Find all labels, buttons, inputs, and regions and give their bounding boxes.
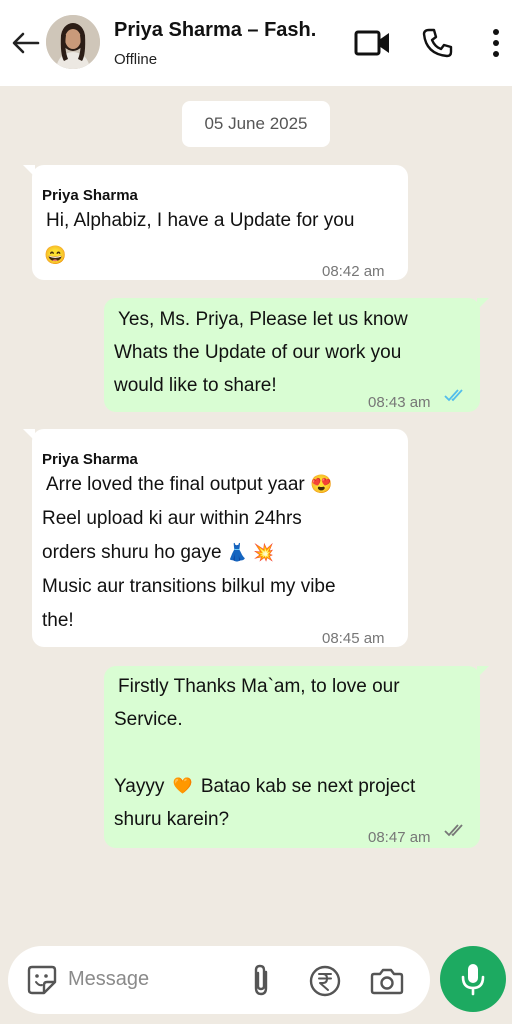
collision-emoji: 💥 bbox=[253, 543, 275, 563]
message-text: Whats the Update of our work you bbox=[114, 342, 402, 363]
message-time: 08:47 am bbox=[368, 829, 431, 846]
sticker-icon[interactable] bbox=[26, 964, 58, 996]
message-text: Yayyy 🧡 Batao kab se next project bbox=[114, 770, 415, 803]
message-text: Service. bbox=[114, 709, 183, 730]
message-input[interactable]: Message bbox=[68, 968, 149, 991]
message-text: Arre loved the final output yaar 😍 bbox=[46, 468, 332, 501]
message-text: Reel upload ki aur within 24hrs bbox=[42, 508, 302, 529]
message-text-part: Yayyy bbox=[114, 776, 165, 797]
video-call-icon[interactable] bbox=[354, 28, 392, 58]
delivered-ticks-icon bbox=[444, 824, 463, 837]
message-bubble-outgoing[interactable]: Firstly Thanks Ma`am, to love our Servic… bbox=[104, 666, 489, 848]
message-emoji: 😄 bbox=[44, 245, 67, 265]
orange-heart-emoji: 🧡 bbox=[172, 778, 193, 796]
date-chip: 05 June 2025 bbox=[182, 101, 330, 147]
message-bubble-incoming[interactable]: Priya Sharma Arre loved the final output… bbox=[23, 429, 408, 647]
bubble-tail bbox=[23, 165, 35, 177]
message-input-bar[interactable]: Message bbox=[8, 946, 430, 1014]
mic-button[interactable] bbox=[440, 946, 506, 1012]
message-time: 08:42 am bbox=[322, 263, 385, 280]
dress-emoji: 👗 bbox=[226, 543, 249, 563]
bubble-tail bbox=[477, 298, 489, 310]
message-bubble-incoming[interactable]: Priya Sharma Hi, Alphabiz, I have a Upda… bbox=[23, 165, 408, 280]
message-text: orders shuru ho gaye 👗 💥 bbox=[42, 536, 274, 569]
bubble-tail bbox=[477, 666, 489, 678]
avatar[interactable] bbox=[46, 15, 100, 69]
message-text-part: orders shuru ho gaye bbox=[42, 542, 222, 563]
back-arrow-icon[interactable] bbox=[10, 30, 40, 56]
bubble-tail bbox=[23, 429, 35, 441]
heart-eyes-emoji: 😍 bbox=[310, 474, 333, 495]
chat-header: Priya Sharma – Fash. Offline bbox=[0, 0, 512, 86]
attach-icon[interactable] bbox=[248, 962, 274, 998]
contact-status: Offline bbox=[114, 51, 158, 68]
message-text: Music aur transitions bilkul my vibe bbox=[42, 576, 336, 597]
more-menu-icon[interactable] bbox=[486, 26, 506, 60]
camera-icon[interactable] bbox=[370, 966, 404, 996]
read-ticks-icon bbox=[444, 389, 463, 402]
message-text: would like to share! bbox=[114, 375, 277, 396]
rupee-icon[interactable] bbox=[308, 964, 342, 998]
message-text: the! bbox=[42, 610, 74, 631]
mic-icon bbox=[461, 964, 485, 996]
message-text: shuru karein? bbox=[114, 809, 230, 830]
contact-name[interactable]: Priya Sharma – Fash. bbox=[114, 19, 346, 42]
message-time: 08:45 am bbox=[322, 630, 385, 647]
message-text-part: Batao kab se next project bbox=[200, 776, 416, 797]
message-bubble-outgoing[interactable]: Yes, Ms. Priya, Please let us know Whats… bbox=[104, 298, 489, 412]
message-text: Firstly Thanks Ma`am, to love our bbox=[118, 676, 400, 697]
voice-call-icon[interactable] bbox=[420, 26, 454, 60]
message-text-part: Arre loved the final output yaar bbox=[46, 474, 305, 495]
message-text: Hi, Alphabiz, I have a Update for you bbox=[46, 210, 355, 231]
message-text: Yes, Ms. Priya, Please let us know bbox=[118, 309, 408, 330]
message-time: 08:43 am bbox=[368, 394, 431, 411]
